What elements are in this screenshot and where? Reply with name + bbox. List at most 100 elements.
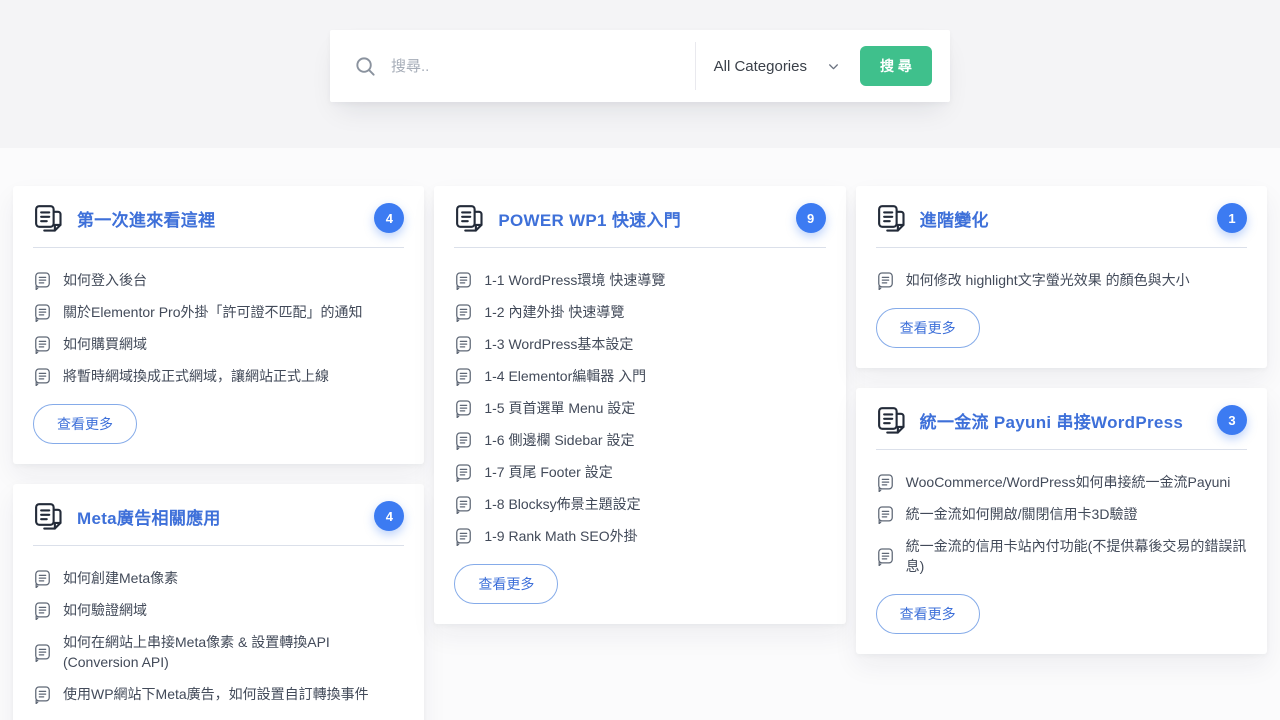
article-title: 如何登入後台 — [63, 270, 147, 290]
article-icon — [33, 271, 52, 290]
chevron-down-icon — [827, 60, 840, 73]
article-list: 如何修改 highlight文字螢光效果 的顏色與大小 — [876, 248, 1190, 290]
article-link[interactable]: 1-7 頁尾 Footer 設定 — [454, 462, 665, 482]
documents-icon — [33, 203, 63, 233]
column-3: 進階變化 1 如何修改 highlight文字螢光效果 的顏色與大小 查看更多 … — [856, 186, 1267, 654]
article-title: 1-1 WordPress環境 快速導覽 — [484, 270, 665, 290]
article-icon — [876, 271, 895, 290]
article-link[interactable]: 如何修改 highlight文字螢光效果 的顏色與大小 — [876, 270, 1190, 290]
view-more-button[interactable]: 查看更多 — [33, 404, 137, 444]
article-link[interactable]: 如何創建Meta像素 — [33, 568, 404, 588]
article-title: 1-3 WordPress基本設定 — [484, 334, 633, 354]
article-link[interactable]: 1-1 WordPress環境 快速導覽 — [454, 270, 665, 290]
article-title: 1-2 內建外掛 快速導覽 — [484, 302, 624, 322]
view-more-button[interactable]: 查看更多 — [876, 594, 980, 634]
article-title: 如何購買網域 — [63, 334, 147, 354]
article-icon — [454, 367, 473, 386]
count-badge: 1 — [1217, 203, 1247, 233]
article-title: 使用WP網站下Meta廣告，如何設置自訂轉換事件 — [63, 684, 369, 704]
article-link[interactable]: 統一金流如何開啟/關閉信用卡3D驗證 — [876, 504, 1247, 524]
count-badge: 3 — [1217, 405, 1247, 435]
article-icon — [876, 473, 895, 492]
article-list: 如何登入後台 關於Elementor Pro外掛「許可證不匹配」的通知 如何購買… — [33, 248, 362, 386]
search-submit-button[interactable]: 搜 尋 — [860, 46, 932, 86]
article-icon — [33, 303, 52, 322]
column-1: 第一次進來看這裡 4 如何登入後台 關於Elementor Pro外掛「許可證不… — [13, 186, 424, 720]
documents-icon — [33, 501, 63, 531]
article-link[interactable]: 1-4 Elementor編輯器 入門 — [454, 366, 665, 386]
article-link[interactable]: 1-5 頁首選單 Menu 設定 — [454, 398, 665, 418]
article-icon — [454, 303, 473, 322]
category-card-meta-ads: Meta廣告相關應用 4 如何創建Meta像素 如何驗證網域 如何在網站上串接M… — [13, 484, 424, 720]
article-link[interactable]: 1-3 WordPress基本設定 — [454, 334, 665, 354]
count-badge: 9 — [796, 203, 826, 233]
card-title-link[interactable]: 第一次進來看這裡 — [77, 206, 215, 231]
article-title: 如何驗證網域 — [63, 600, 147, 620]
card-title-link[interactable]: POWER WP1 快速入門 — [498, 206, 681, 231]
article-icon — [454, 463, 473, 482]
article-icon — [33, 601, 52, 620]
article-link[interactable]: 如何登入後台 — [33, 270, 362, 290]
documents-icon — [876, 405, 906, 435]
category-dropdown[interactable]: All Categories — [696, 58, 860, 75]
article-link[interactable]: 1-9 Rank Math SEO外掛 — [454, 526, 665, 546]
card-header: POWER WP1 快速入門 9 — [454, 201, 825, 248]
card-header: 進階變化 1 — [876, 201, 1247, 248]
article-link[interactable]: 如何購買網域 — [33, 334, 362, 354]
article-link[interactable]: 使用WP網站下Meta廣告，如何設置自訂轉換事件 — [33, 684, 404, 704]
card-header: 統一金流 Payuni 串接WordPress 3 — [876, 403, 1247, 450]
article-title: 統一金流如何開啟/關閉信用卡3D驗證 — [906, 504, 1138, 524]
card-title-link[interactable]: 進階變化 — [920, 206, 989, 231]
category-card-first-visit: 第一次進來看這裡 4 如何登入後台 關於Elementor Pro外掛「許可證不… — [13, 186, 424, 464]
article-link[interactable]: 如何驗證網域 — [33, 600, 404, 620]
search-bar: All Categories 搜 尋 — [330, 30, 950, 102]
count-badge: 4 — [374, 501, 404, 531]
view-more-button[interactable]: 查看更多 — [876, 308, 980, 348]
article-icon — [876, 547, 895, 566]
article-title: WooCommerce/WordPress如何串接統一金流Payuni — [906, 472, 1231, 492]
documents-icon — [454, 203, 484, 233]
article-title: 1-8 Blocksy佈景主題設定 — [484, 494, 640, 514]
article-title: 將暫時網域換成正式網域，讓網站正式上線 — [63, 366, 329, 386]
article-link[interactable]: 統一金流的信用卡站內付功能(不提供幕後交易的錯誤訊息) — [876, 536, 1247, 576]
article-icon — [454, 527, 473, 546]
category-dropdown-value: All Categories — [714, 58, 807, 75]
article-icon — [33, 643, 52, 662]
article-icon — [454, 431, 473, 450]
article-title: 1-4 Elementor編輯器 入門 — [484, 366, 646, 386]
article-title: 如何在網站上串接Meta像素 & 設置轉換API (Conversion API… — [63, 632, 404, 672]
column-2: POWER WP1 快速入門 9 1-1 WordPress環境 快速導覽 1-… — [434, 186, 845, 624]
article-icon — [454, 335, 473, 354]
article-icon — [33, 367, 52, 386]
article-icon — [33, 685, 52, 704]
search-input[interactable] — [391, 58, 695, 75]
documents-icon — [876, 203, 906, 233]
category-card-power-wp1: POWER WP1 快速入門 9 1-1 WordPress環境 快速導覽 1-… — [434, 186, 845, 624]
count-badge: 4 — [374, 203, 404, 233]
article-icon — [454, 399, 473, 418]
article-link[interactable]: 如何在網站上串接Meta像素 & 設置轉換API (Conversion API… — [33, 632, 404, 672]
article-title: 如何修改 highlight文字螢光效果 的顏色與大小 — [906, 270, 1190, 290]
article-icon — [454, 271, 473, 290]
card-title-link[interactable]: 統一金流 Payuni 串接WordPress — [920, 408, 1184, 433]
hero-band: All Categories 搜 尋 — [0, 0, 1280, 148]
view-more-button[interactable]: 查看更多 — [454, 564, 558, 604]
category-card-advanced: 進階變化 1 如何修改 highlight文字螢光效果 的顏色與大小 查看更多 — [856, 186, 1267, 368]
article-icon — [33, 335, 52, 354]
article-link[interactable]: 1-8 Blocksy佈景主題設定 — [454, 494, 665, 514]
card-title-link[interactable]: Meta廣告相關應用 — [77, 504, 221, 529]
article-link[interactable]: 1-2 內建外掛 快速導覽 — [454, 302, 665, 322]
article-title: 1-6 側邊欄 Sidebar 設定 — [484, 430, 634, 450]
category-grid: 第一次進來看這裡 4 如何登入後台 關於Elementor Pro外掛「許可證不… — [0, 148, 1280, 720]
article-list: 1-1 WordPress環境 快速導覽 1-2 內建外掛 快速導覽 1-3 W… — [454, 248, 665, 546]
article-link[interactable]: WooCommerce/WordPress如何串接統一金流Payuni — [876, 472, 1247, 492]
card-header: 第一次進來看這裡 4 — [33, 201, 404, 248]
article-link[interactable]: 關於Elementor Pro外掛「許可證不匹配」的通知 — [33, 302, 362, 322]
article-link[interactable]: 1-6 側邊欄 Sidebar 設定 — [454, 430, 665, 450]
article-link[interactable]: 將暫時網域換成正式網域，讓網站正式上線 — [33, 366, 362, 386]
article-title: 如何創建Meta像素 — [63, 568, 178, 588]
article-title: 1-7 頁尾 Footer 設定 — [484, 462, 612, 482]
article-icon — [876, 505, 895, 524]
search-icon — [354, 55, 377, 78]
category-card-payuni: 統一金流 Payuni 串接WordPress 3 WooCommerce/Wo… — [856, 388, 1267, 654]
